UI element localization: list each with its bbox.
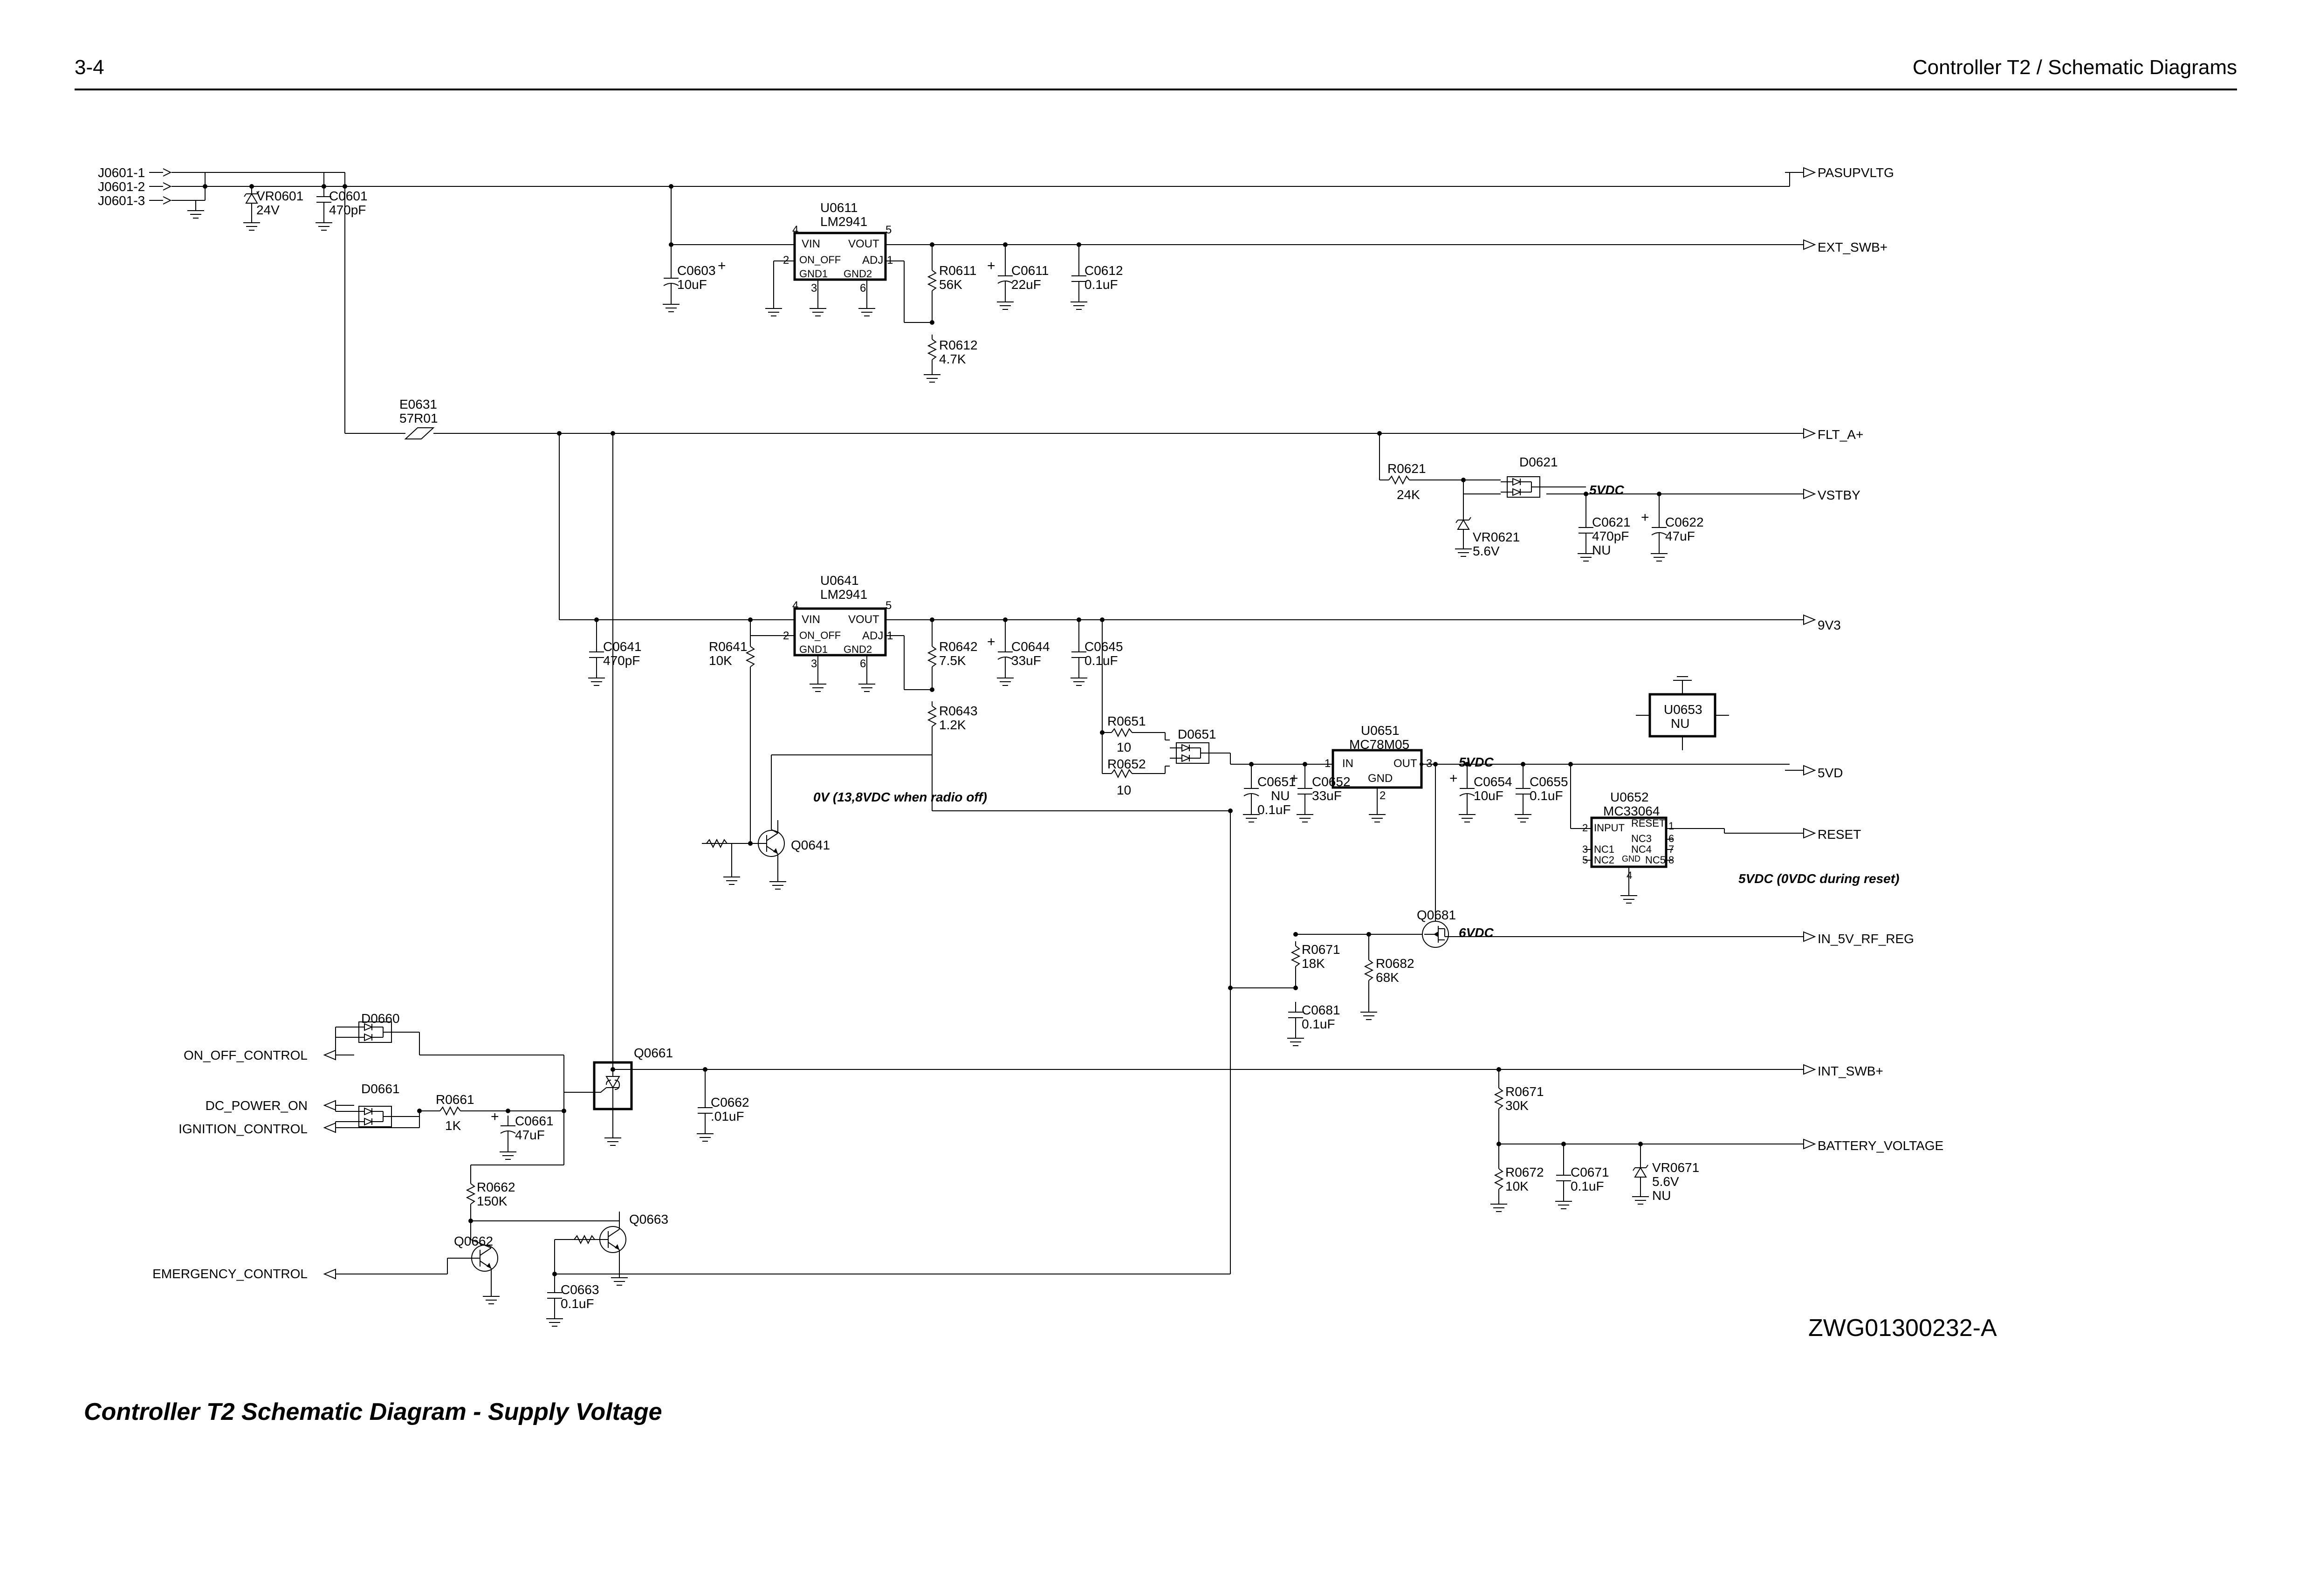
schematic-svg — [0, 0, 2313, 1596]
schematic-page: 3-4 Controller T2 / Schematic Diagrams J… — [0, 0, 2313, 1596]
